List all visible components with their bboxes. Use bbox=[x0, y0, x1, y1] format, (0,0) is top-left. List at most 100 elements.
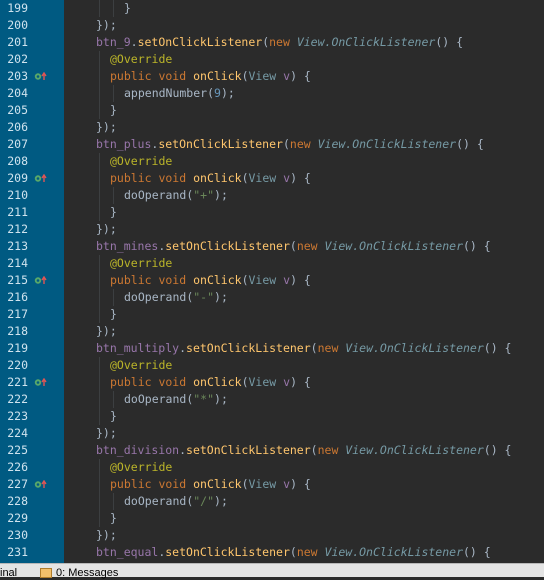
code-token: View.OnClickListener bbox=[324, 545, 463, 559]
code-line[interactable]: doOperand("/"); bbox=[64, 493, 544, 510]
code-line[interactable]: @Override bbox=[64, 357, 544, 374]
override-implements-icon[interactable] bbox=[34, 174, 48, 183]
code-token: View.OnClickListener bbox=[317, 137, 457, 151]
code-token: () { bbox=[463, 545, 491, 559]
code-token: ( bbox=[289, 239, 297, 253]
code-line[interactable]: appendNumber(9); bbox=[64, 85, 544, 102]
override-implements-icon[interactable] bbox=[34, 276, 48, 285]
code-token: ) { bbox=[290, 477, 311, 491]
line-number: 219 bbox=[7, 341, 28, 355]
code-line[interactable]: btn_plus.setOnClickListener(new View.OnC… bbox=[64, 136, 544, 153]
code-line[interactable]: }); bbox=[64, 323, 544, 340]
indent-guide bbox=[99, 374, 100, 391]
code-line[interactable]: } bbox=[64, 408, 544, 425]
code-token: btn_equal bbox=[96, 545, 159, 559]
code-line[interactable]: btn_multiply.setOnClickListener(new View… bbox=[64, 340, 544, 357]
code-line[interactable]: doOperand("-"); bbox=[64, 289, 544, 306]
code-line[interactable]: btn_mines.setOnClickListener(new View.On… bbox=[64, 238, 544, 255]
messages-icon bbox=[40, 568, 52, 578]
indent-guide bbox=[113, 85, 114, 102]
code-token: ); bbox=[214, 494, 228, 508]
code-line[interactable]: }); bbox=[64, 17, 544, 34]
code-token: btn_multiply bbox=[96, 341, 180, 355]
indent-guide bbox=[99, 68, 100, 85]
code-token: . bbox=[130, 35, 138, 49]
code-line[interactable]: } bbox=[64, 102, 544, 119]
code-token: "+" bbox=[193, 188, 215, 202]
code-token: ) { bbox=[290, 69, 311, 83]
override-implements-icon[interactable] bbox=[34, 72, 48, 81]
code-line[interactable]: btn_division.setOnClickListener(new View… bbox=[64, 442, 544, 459]
code-token: public void bbox=[110, 273, 194, 287]
line-number: 209 bbox=[7, 171, 28, 185]
code-token: public void bbox=[110, 375, 194, 389]
code-line[interactable]: } bbox=[64, 0, 544, 17]
code-token: . bbox=[179, 341, 187, 355]
override-implements-icon[interactable] bbox=[34, 378, 48, 387]
code-token: setOnClickListener bbox=[186, 443, 311, 457]
code-token: ( bbox=[241, 375, 249, 389]
line-number: 229 bbox=[7, 511, 28, 525]
code-line[interactable]: @Override bbox=[64, 51, 544, 68]
code-line[interactable]: public void onClick(View v) { bbox=[64, 170, 544, 187]
code-token: @Override bbox=[110, 256, 173, 270]
line-number: 226 bbox=[7, 460, 28, 474]
code-line[interactable]: }); bbox=[64, 221, 544, 238]
code-line[interactable]: }); bbox=[64, 119, 544, 136]
code-token: appendNumber bbox=[124, 86, 208, 100]
indent-guide bbox=[99, 204, 100, 221]
code-line[interactable]: btn_9.setOnClickListener(new View.OnClic… bbox=[64, 34, 544, 51]
code-line[interactable]: btn_equal.setOnClickListener(new View.On… bbox=[64, 544, 544, 561]
code-line[interactable]: }); bbox=[64, 425, 544, 442]
line-number: 222 bbox=[7, 392, 28, 406]
code-line[interactable]: doOperand("*"); bbox=[64, 391, 544, 408]
code-line[interactable]: @Override bbox=[64, 459, 544, 476]
indent-guide bbox=[99, 289, 100, 306]
code-line[interactable]: }); bbox=[64, 527, 544, 544]
code-token: () { bbox=[483, 443, 512, 457]
line-number: 211 bbox=[7, 205, 28, 219]
indent-guide bbox=[99, 187, 100, 204]
code-line[interactable]: public void onClick(View v) { bbox=[64, 68, 544, 85]
code-line[interactable]: public void onClick(View v) { bbox=[64, 374, 544, 391]
code-token: } bbox=[110, 511, 117, 525]
indent-guide bbox=[99, 170, 100, 187]
code-token: ); bbox=[214, 188, 228, 202]
line-number-row: 214 bbox=[0, 255, 64, 272]
code-line[interactable]: } bbox=[64, 204, 544, 221]
code-line[interactable]: } bbox=[64, 306, 544, 323]
override-implements-icon[interactable] bbox=[34, 480, 48, 489]
line-number: 231 bbox=[7, 545, 28, 559]
code-token: View bbox=[248, 171, 284, 185]
indent-guide bbox=[113, 0, 114, 17]
code-editor[interactable]: 199 200 201 202 203 204 205 206 207 208 209 210 211 2… bbox=[0, 0, 544, 563]
line-number-row: 202 bbox=[0, 51, 64, 68]
line-number-column: 199 200 201 202 203 204 205 206 207 208 209 210 211 2… bbox=[0, 0, 64, 561]
code-line[interactable]: @Override bbox=[64, 153, 544, 170]
line-number-row: 208 bbox=[0, 153, 64, 170]
indent-guide bbox=[99, 51, 100, 68]
indent-guide bbox=[99, 493, 100, 510]
line-number: 213 bbox=[7, 239, 28, 253]
code-token: doOperand bbox=[124, 188, 187, 202]
line-number-row: 218 bbox=[0, 323, 64, 340]
code-line[interactable]: doOperand("+"); bbox=[64, 187, 544, 204]
terminal-tab[interactable]: inal bbox=[0, 567, 17, 580]
line-number-row: 200 bbox=[0, 17, 64, 34]
messages-tab[interactable]: 0: Messages bbox=[56, 567, 118, 580]
line-number-row: 209 bbox=[0, 170, 64, 187]
code-line[interactable]: } bbox=[64, 510, 544, 527]
code-token: onClick bbox=[193, 273, 242, 287]
line-number-row: 206 bbox=[0, 119, 64, 136]
code-area[interactable]: }}); btn_9.setOnClickListener(new View.On… bbox=[64, 0, 544, 561]
code-token: doOperand bbox=[124, 290, 187, 304]
code-token: btn_9 bbox=[96, 35, 131, 49]
indent-guide bbox=[99, 0, 100, 17]
code-token: setOnClickListener bbox=[165, 239, 290, 253]
code-token: new bbox=[317, 443, 346, 457]
line-number: 201 bbox=[7, 35, 28, 49]
code-line[interactable]: public void onClick(View v) { bbox=[64, 476, 544, 493]
code-line[interactable]: @Override bbox=[64, 255, 544, 272]
line-number: 214 bbox=[7, 256, 28, 270]
code-line[interactable]: public void onClick(View v) { bbox=[64, 272, 544, 289]
